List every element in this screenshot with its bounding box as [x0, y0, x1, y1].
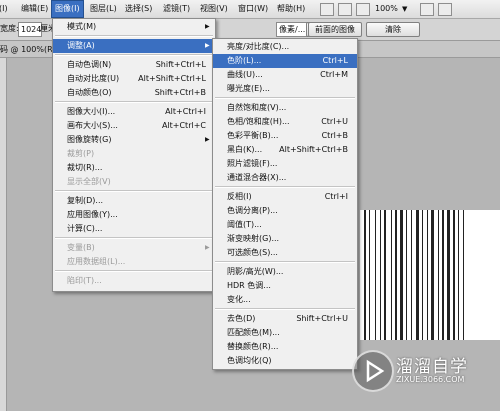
menu-item-match-color[interactable]: 匹配颜色(M)... [213, 326, 357, 340]
menu-item-levels[interactable]: 色阶(L)... Ctrl+L [213, 54, 357, 68]
menu-item-duplicate[interactable]: 复制(D)... [53, 194, 215, 208]
menu-item-threshold[interactable]: 阈值(T)... [213, 218, 357, 232]
barcode-stripe [447, 210, 450, 340]
menu-item-equalize[interactable]: 色调均化(Q) [213, 354, 357, 368]
barcode-stripe [458, 210, 459, 340]
width-field[interactable]: 1024 [18, 22, 42, 37]
barcode-stripe [400, 210, 403, 340]
resolution-unit-select[interactable]: 像素/... [276, 22, 310, 37]
menu-item-canvas-size[interactable]: 画布大小(S)... Alt+Ctrl+C [53, 119, 215, 133]
menu-item-hue-saturation[interactable]: 色相/饱和度(H)... Ctrl+U [213, 115, 357, 129]
watermark-title: 溜溜自学 [396, 357, 468, 377]
menu-item-gradient-map[interactable]: 渐变映射(G)... [213, 232, 357, 246]
zoom-level[interactable]: 100% [375, 0, 398, 18]
minibridge-icon[interactable] [338, 3, 352, 16]
barcode-stripe [416, 210, 419, 340]
menu-item-trim[interactable]: 裁切(R)... [53, 161, 215, 175]
menu-item-desaturate[interactable]: 去色(D) Shift+Ctrl+U [213, 312, 357, 326]
barcode-stripe [391, 210, 392, 340]
menu-item-curves[interactable]: 曲线(U)... Ctrl+M [213, 68, 357, 82]
menu-item-exposure[interactable]: 曝光度(E)... [213, 82, 357, 96]
menu-item-selective-color[interactable]: 可选颜色(S)... [213, 246, 357, 260]
barcode-stripe [411, 210, 412, 340]
clear-button[interactable]: 清除 [366, 22, 420, 37]
view-extras-icon[interactable] [356, 3, 370, 16]
barcode-stripe [369, 210, 370, 340]
barcode-stripe [364, 210, 366, 340]
menu-item-brightness-contrast[interactable]: 亮度/对比度(C)... [213, 40, 357, 54]
front-image-button[interactable]: 前面的图像 [308, 22, 362, 37]
vertical-ruler [0, 58, 7, 411]
barcode-stripe [375, 210, 376, 340]
menu-item-image-rotation[interactable]: 图像旋转(G) ▶ [53, 133, 215, 147]
menu-item-hdr-toning[interactable]: HDR 色调... [213, 279, 357, 293]
menu-item-channel-mixer[interactable]: 通道混合器(X)... [213, 171, 357, 185]
document-canvas[interactable] [360, 210, 500, 340]
menu-view[interactable]: 视图(V) [197, 0, 231, 18]
menu-filter[interactable]: 滤镜(T) [160, 0, 193, 18]
menu-item-black-white[interactable]: 黑白(K)... Alt+Shift+Ctrl+B [213, 143, 357, 157]
menu-item-image-size[interactable]: 图像大小(I)... Alt+Ctrl+I [53, 105, 215, 119]
arrange-docs-icon[interactable] [420, 3, 434, 16]
barcode-stripe [431, 210, 434, 340]
menu-item-replace-color[interactable]: 替换颜色(R)... [213, 340, 357, 354]
menu-item-apply-image[interactable]: 应用图像(Y)... [53, 208, 215, 222]
menu-item-invert[interactable]: 反相(I) Ctrl+I [213, 190, 357, 204]
barcode-stripe [380, 210, 381, 340]
barcode-stripe [438, 210, 439, 340]
barcode-stripe [406, 210, 407, 340]
width-label: 宽度: [0, 24, 19, 33]
menu-bar: (I) 编辑(E) 图像(I) 图层(L) 选择(S) 滤镜(T) 视图(V) … [0, 0, 500, 19]
barcode-stripe [422, 210, 423, 340]
screen-mode-icon[interactable] [438, 3, 452, 16]
menu-item-crop: 裁剪(P) [67, 149, 95, 158]
barcode-stripe [384, 210, 386, 340]
menu-window[interactable]: 窗口(W) [235, 0, 271, 18]
document-title[interactable]: 码 @ 100%(RG [0, 44, 59, 55]
menu-item-posterize[interactable]: 色调分离(P)... [213, 204, 357, 218]
watermark-subtitle: ZIXUE.3066.COM [396, 375, 465, 384]
barcode-stripe [427, 210, 428, 340]
menu-item-reveal-all: 显示全部(V) [67, 177, 111, 186]
menu-item-shadows-highlights[interactable]: 阴影/高光(W)... [213, 265, 357, 279]
bridge-icon[interactable] [320, 3, 334, 16]
menu-help[interactable]: 帮助(H) [274, 0, 308, 18]
menu-item-color-balance[interactable]: 色彩平衡(B)... Ctrl+B [213, 129, 357, 143]
image-menu: 模式(M) ▶ 调整(A) ▶ 自动色调(N) Shift+Ctrl+L 自动对比度(… [52, 18, 216, 292]
menu-image[interactable]: 图像(I) [51, 0, 84, 18]
barcode-stripe [463, 210, 464, 340]
zoom-dropdown-icon[interactable]: ▼ [402, 0, 407, 18]
menu-item-variables: 变量(B) ▶ [67, 243, 210, 252]
menu-item-mode[interactable]: 模式(M) ▶ [53, 20, 215, 34]
barcode-stripe [442, 210, 444, 340]
barcode-stripe [395, 210, 397, 340]
watermark-logo-icon [352, 350, 394, 392]
menu-item-photo-filter[interactable]: 照片滤镜(F)... [213, 157, 357, 171]
menu-file[interactable]: (I) [0, 0, 11, 18]
menu-edit[interactable]: 编辑(E) [18, 0, 51, 18]
barcode-stripe [453, 210, 455, 340]
menu-item-trap: 陷印(T)... [67, 276, 102, 285]
menu-item-calculations[interactable]: 计算(C)... [53, 222, 215, 236]
adjustments-submenu: 亮度/对比度(C)... 色阶(L)... Ctrl+L 曲线(U)... Ctrl… [212, 38, 358, 370]
menu-item-auto-contrast[interactable]: 自动对比度(U) Alt+Shift+Ctrl+L [53, 72, 215, 86]
menu-select[interactable]: 选择(S) [122, 0, 155, 18]
menu-item-auto-tone[interactable]: 自动色调(N) Shift+Ctrl+L [53, 58, 215, 72]
menu-item-apply-data-set: 应用数据组(L)... [67, 257, 126, 266]
menu-item-auto-color[interactable]: 自动颜色(O) Shift+Ctrl+B [53, 86, 215, 100]
menu-layer[interactable]: 图层(L) [87, 0, 120, 18]
menu-item-variations[interactable]: 变化... [213, 293, 357, 307]
menu-item-vibrance[interactable]: 自然饱和度(V)... [213, 101, 357, 115]
menu-item-adjustments[interactable]: 调整(A) ▶ [53, 39, 215, 53]
barcode-image [364, 210, 464, 340]
